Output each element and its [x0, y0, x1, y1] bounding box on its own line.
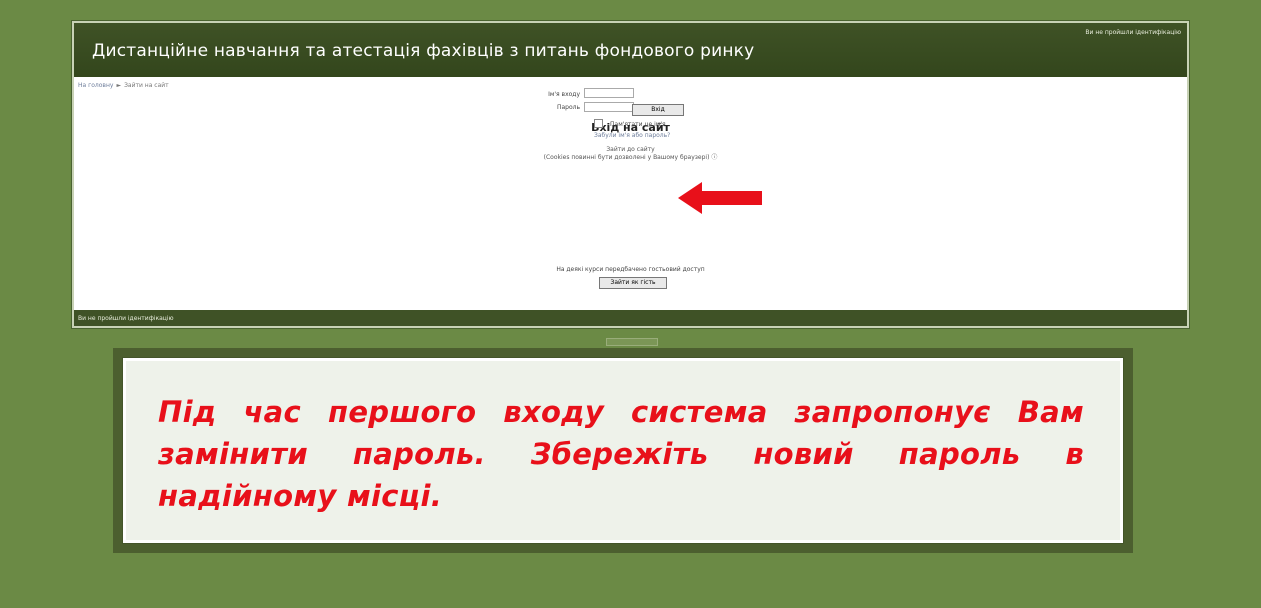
username-input[interactable]	[584, 88, 634, 98]
breadcrumb: На головну ► Зайти на сайт	[78, 82, 169, 89]
remember-username-checkbox[interactable]	[594, 119, 603, 128]
login-form: Ім'я входу Пароль Вхід Пам'ятати це ім'я…	[522, 86, 782, 156]
note-frame: Під час першого входу система запропонує…	[113, 348, 1133, 553]
breadcrumb-separator: ►	[116, 82, 122, 89]
collapsed-bar	[606, 338, 658, 346]
header-login-status[interactable]: Ви не пройшли ідентифікацію	[1085, 29, 1181, 36]
remember-username-label: Пам'ятати це ім'я	[610, 121, 666, 128]
breadcrumb-current: Зайти на сайт	[124, 82, 169, 89]
password-input[interactable]	[584, 102, 634, 112]
site-footer: Ви не пройшли ідентифікацію	[74, 310, 1187, 326]
guest-access-note: На деякі курси передбачено гостьовий дос…	[556, 266, 705, 273]
arrow-left-icon	[678, 182, 762, 214]
site-title: Дистанційне навчання та атестація фахівц…	[92, 41, 755, 61]
breadcrumb-home-link[interactable]: На головну	[78, 82, 113, 89]
embedded-login-screenshot: Дистанційне навчання та атестація фахівц…	[72, 21, 1189, 328]
guest-login-button[interactable]: Зайти як гість	[599, 277, 667, 289]
username-label: Ім'я входу	[548, 91, 580, 98]
login-button[interactable]: Вхід	[632, 104, 684, 116]
forgot-password-link[interactable]: Забули ім'я або пароль?	[594, 132, 670, 139]
password-change-note: Під час першого входу система запропонує…	[158, 395, 1084, 513]
footer-login-status[interactable]: Ви не пройшли ідентифікацію	[78, 315, 174, 322]
password-label: Пароль	[556, 104, 580, 111]
site-header: Дистанційне навчання та атестація фахівц…	[74, 23, 1187, 77]
note-box: Під час першого входу система запропонує…	[122, 357, 1124, 544]
